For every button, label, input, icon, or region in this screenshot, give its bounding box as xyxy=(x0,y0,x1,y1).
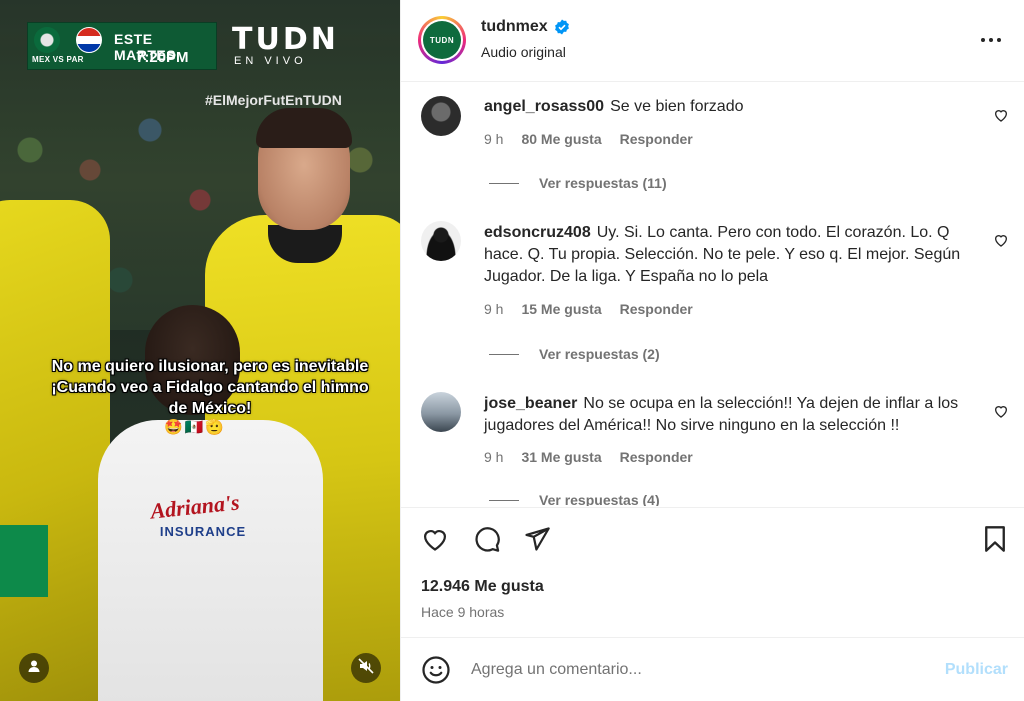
tagged-users-button[interactable] xyxy=(19,653,49,683)
commenter-avatar[interactable] xyxy=(421,221,461,261)
comment-input[interactable] xyxy=(471,658,911,682)
comment-time[interactable]: 9 h xyxy=(484,131,503,147)
video-hashtag: #ElMejorFutEnTUDN xyxy=(205,92,342,108)
comment-likes[interactable]: 15 Me gusta xyxy=(521,301,601,317)
send-icon xyxy=(523,525,551,558)
comment-username[interactable]: edsoncruz408 xyxy=(484,224,591,241)
scoreboard-time: 7:20PM xyxy=(136,49,189,66)
comment-meta: 9 h 15 Me gusta Responder xyxy=(484,301,711,317)
match-scoreboard: MEX VS PAR ESTE MARTES 7:20PM xyxy=(27,22,217,70)
smiley-icon[interactable] xyxy=(421,655,451,685)
paraguay-crest-icon xyxy=(76,27,102,53)
author-avatar[interactable]: TUDN xyxy=(418,16,466,64)
comment-likes[interactable]: 31 Me gusta xyxy=(521,449,601,465)
reply-button[interactable]: Responder xyxy=(620,301,693,317)
more-horizontal-icon xyxy=(981,29,1001,47)
heart-icon[interactable] xyxy=(993,232,1009,248)
speaker-muted-icon xyxy=(358,657,374,679)
view-replies-button[interactable]: Ver respuestas (4) xyxy=(489,492,660,506)
green-graphic-block xyxy=(0,525,48,597)
reply-button[interactable]: Responder xyxy=(620,449,693,465)
broadcaster-live-label: EN VIVO xyxy=(234,55,307,67)
heart-icon[interactable] xyxy=(993,107,1009,123)
verified-badge-icon xyxy=(554,19,570,40)
comment-icon xyxy=(473,525,501,558)
player-left-jersey xyxy=(0,200,110,701)
post-timestamp[interactable]: Hace 9 horas xyxy=(421,604,504,620)
comment-meta: 9 h 31 Me gusta Responder xyxy=(484,449,711,465)
comment-composer: Publicar xyxy=(401,637,1024,701)
share-button[interactable] xyxy=(521,525,553,557)
heart-icon[interactable] xyxy=(993,403,1009,419)
mexico-crest-icon xyxy=(34,27,60,53)
author-username[interactable]: tudnmex xyxy=(481,18,548,36)
audio-label[interactable]: Audio original xyxy=(481,44,566,60)
comment-button[interactable] xyxy=(471,525,503,557)
comment-time[interactable]: 9 h xyxy=(484,301,503,317)
caption-emoji: 🤩🇲🇽🫡 xyxy=(164,419,227,436)
like-button[interactable] xyxy=(419,525,451,557)
more-options-button[interactable] xyxy=(979,26,1003,50)
commenter-avatar[interactable] xyxy=(421,392,461,432)
post-panel: TUDN tudnmex Audio original angel_rosass… xyxy=(400,0,1024,701)
shirt-sub-text: INSURANCE xyxy=(159,524,247,539)
comment-time[interactable]: 9 h xyxy=(484,449,503,465)
commenter-avatar[interactable] xyxy=(421,96,461,136)
heart-icon xyxy=(421,525,449,558)
scoreboard-teams: MEX VS PAR xyxy=(32,55,84,64)
post-header: TUDN tudnmex Audio original xyxy=(401,0,1024,82)
comments-list[interactable]: angel_rosass00 Se ve bien forzado 9 h 80 M… xyxy=(401,82,1024,506)
player-hair xyxy=(256,108,352,148)
publish-button[interactable]: Publicar xyxy=(945,661,1008,679)
bookmark-icon xyxy=(982,525,1008,558)
view-replies-button[interactable]: Ver respuestas (11) xyxy=(489,175,667,191)
reel-video[interactable]: Adriana's INSURANCE MEX VS PAR ESTE MART… xyxy=(0,0,400,701)
mute-toggle-button[interactable] xyxy=(351,653,381,683)
comment-meta: 9 h 80 Me gusta Responder xyxy=(484,131,711,147)
post-actions: 12.946 Me gusta Hace 9 horas xyxy=(401,507,1024,637)
comment-text: Se ve bien forzado xyxy=(610,98,744,115)
comment-username[interactable]: jose_beaner xyxy=(484,395,577,412)
save-button[interactable] xyxy=(979,525,1011,557)
comment-username[interactable]: angel_rosass00 xyxy=(484,98,604,115)
child-shirt xyxy=(98,420,323,701)
video-caption: No me quiero ilusionar, pero es inevitab… xyxy=(51,358,369,417)
comment-likes[interactable]: 80 Me gusta xyxy=(521,131,601,147)
view-replies-button[interactable]: Ver respuestas (2) xyxy=(489,346,660,362)
likes-count[interactable]: 12.946 Me gusta xyxy=(421,578,544,596)
reply-button[interactable]: Responder xyxy=(620,131,693,147)
tudn-avatar-logo: TUDN xyxy=(423,21,461,59)
user-icon xyxy=(27,659,41,678)
broadcaster-logo: TUDN xyxy=(232,22,339,57)
